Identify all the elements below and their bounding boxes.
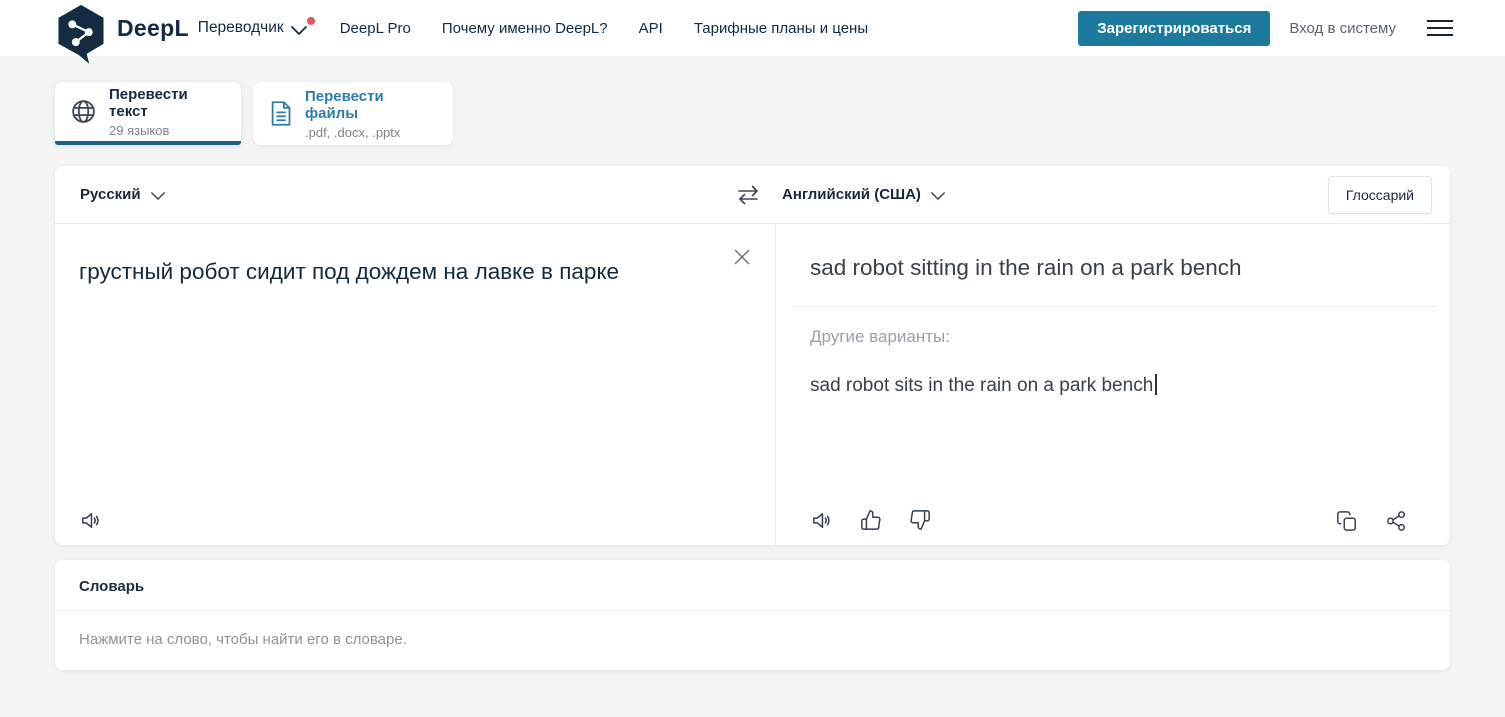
dictionary-title: Словарь xyxy=(55,560,1450,611)
translation-panels: грустный робот сидит под дождем на лавке… xyxy=(55,224,1450,545)
hamburger-menu-icon[interactable] xyxy=(1427,16,1453,40)
translator-card: Русский Английский (США) Глоссарий груст… xyxy=(55,166,1450,545)
top-navigation-bar: DeepL Переводчик DeepL Pro Почему именно… xyxy=(0,0,1505,64)
alternative-translation[interactable]: sad robot sits in the rain on a park ben… xyxy=(810,374,1436,397)
target-panel: sad robot sitting in the rain on a park … xyxy=(775,224,1450,545)
target-language-selector: Английский (США) Глоссарий xyxy=(748,175,1450,214)
source-language-label[interactable]: Русский xyxy=(80,186,141,203)
notification-dot xyxy=(306,16,315,25)
tab-translate-files[interactable]: Перевести файлы .pdf, .docx, .pptx xyxy=(253,82,453,145)
target-language-label[interactable]: Английский (США) xyxy=(782,186,921,203)
chevron-down-icon[interactable] xyxy=(290,16,315,36)
source-language-selector[interactable]: Русский xyxy=(55,186,748,203)
product-switcher-label[interactable]: Переводчик xyxy=(198,19,284,37)
nav-item-why-deepl[interactable]: Почему именно DeepL? xyxy=(442,20,608,37)
login-link[interactable]: Вход в систему xyxy=(1289,20,1396,37)
globe-icon xyxy=(70,98,97,125)
translation-text[interactable]: sad robot sitting in the rain on a park … xyxy=(810,251,1436,285)
document-icon xyxy=(268,100,293,127)
thumbs-down-icon[interactable] xyxy=(909,509,931,532)
header-actions: Зарегистрироваться Вход в систему xyxy=(1078,10,1453,46)
speaker-icon[interactable] xyxy=(810,509,833,532)
dictionary-hint: Нажмите на слово, чтобы найти его в слов… xyxy=(79,631,407,648)
nav-item-pricing[interactable]: Тарифные планы и цены xyxy=(694,20,868,37)
chevron-down-icon[interactable] xyxy=(930,188,946,201)
tab-translate-files-title: Перевести файлы xyxy=(305,87,384,122)
source-panel: грустный робот сидит под дождем на лавке… xyxy=(55,224,775,545)
signup-button[interactable]: Зарегистрироваться xyxy=(1078,10,1271,46)
divider xyxy=(792,306,1438,307)
speaker-icon[interactable] xyxy=(79,509,102,532)
tab-translate-text-subtitle: 29 языков xyxy=(109,122,170,138)
share-icon[interactable] xyxy=(1385,510,1407,532)
alternatives-label: Другие варианты: xyxy=(810,327,950,346)
nav-item-api[interactable]: API xyxy=(639,20,663,37)
thumbs-up-icon[interactable] xyxy=(860,509,882,532)
deepl-logo-icon[interactable] xyxy=(55,4,107,66)
nav-item-deepl-pro[interactable]: DeepL Pro xyxy=(340,20,411,37)
dictionary-card: Словарь Нажмите на слово, чтобы найти ег… xyxy=(55,560,1450,670)
mode-tabs: Перевести текст 29 языков Перевести файл… xyxy=(55,82,1450,145)
tab-translate-files-subtitle: .pdf, .docx, .pptx xyxy=(305,124,401,140)
brand-name[interactable]: DeepL xyxy=(117,15,189,42)
chevron-down-icon[interactable] xyxy=(150,188,166,201)
text-cursor xyxy=(1155,374,1157,395)
tab-translate-text[interactable]: Перевести текст 29 языков xyxy=(55,82,241,145)
copy-icon[interactable] xyxy=(1336,510,1358,532)
main-nav: DeepL Pro Почему именно DeepL? API Тариф… xyxy=(340,20,868,37)
language-bar: Русский Английский (США) Глоссарий xyxy=(55,166,1450,224)
clear-source-icon[interactable] xyxy=(734,249,750,265)
page-content: Перевести текст 29 языков Перевести файл… xyxy=(0,82,1505,670)
source-text-input[interactable]: грустный робот сидит под дождем на лавке… xyxy=(79,252,644,291)
tab-translate-text-title: Перевести текст xyxy=(109,85,188,120)
glossary-button[interactable]: Глоссарий xyxy=(1327,175,1432,214)
swap-languages-icon[interactable] xyxy=(735,184,761,206)
